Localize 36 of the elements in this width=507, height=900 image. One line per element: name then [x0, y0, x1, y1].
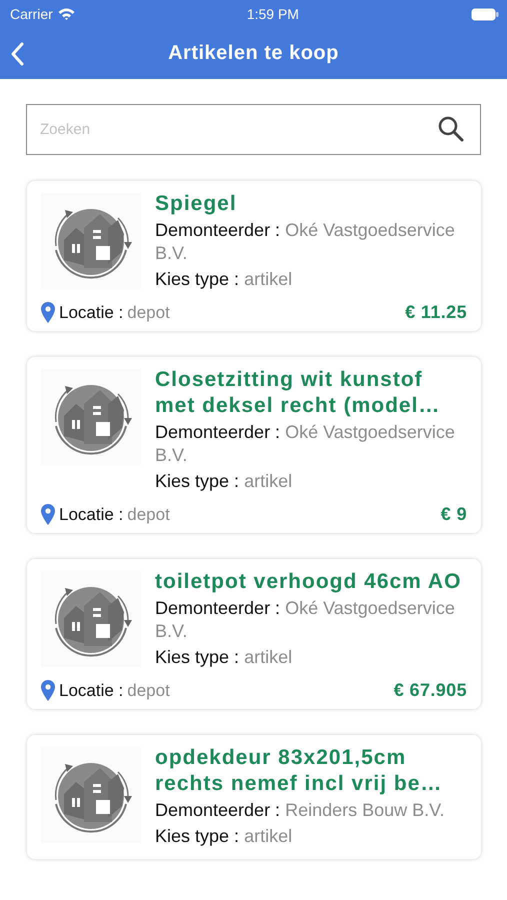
carrier-label: Carrier: [10, 6, 53, 22]
battery-icon: [470, 8, 499, 20]
back-icon: [10, 42, 24, 66]
seller-text: Demonteerder : Oké Vastgoedservice B.V.: [155, 219, 456, 265]
type-text: Kies type : artikel: [155, 646, 294, 669]
seller-text: Demonteerder : Oké Vastgoedservice B.V.: [155, 421, 456, 467]
price-label: € 9: [440, 504, 467, 525]
location-pin-icon: [41, 680, 55, 701]
page-title: Artikelen te koop: [168, 42, 339, 65]
location-value: depot: [127, 680, 170, 700]
location-pin-icon: [41, 302, 55, 323]
clock-label: 1:59 PM: [246, 6, 299, 22]
location-label: Locatie :: [59, 302, 124, 322]
search-field[interactable]: Zoeken: [26, 104, 481, 155]
location-value: depot: [127, 302, 170, 322]
product-title: Closetzitting wit kunstof met deksel recht (model…: [155, 367, 442, 419]
product-card[interactable]: Closetzitting wit kunstof met deksel recht (model… Demonteerder : Oké Vastgoedservice B.V. Kies type : artikel Locatie : depot € 9: [27, 357, 481, 533]
type-text: Kies type : artikel: [155, 825, 294, 848]
product-card[interactable]: toiletpot verhoogd 46cm AO Demonteerder : Oké Vastgoedservice B.V. Kies type : artikel Locatie : depot € 67.905: [27, 559, 481, 709]
product-title: Spiegel: [155, 191, 238, 217]
search-icon[interactable]: [437, 115, 465, 143]
product-title: opdekdeur 83x201,5cm rechts nemef incl vrij be…: [155, 745, 444, 797]
location-label: Locatie :: [59, 680, 124, 700]
seller-text: Demonteerder : Oké Vastgoedservice B.V.: [155, 597, 456, 643]
type-text: Kies type : artikel: [155, 470, 294, 493]
location-pin-icon: [41, 504, 55, 525]
location-label: Locatie :: [59, 504, 124, 524]
type-text: Kies type : artikel: [155, 268, 294, 291]
seller-text: Demonteerder : Reinders Bouw B.V.: [155, 799, 446, 822]
product-card[interactable]: opdekdeur 83x201,5cm rechts nemef incl vrij be… Demonteerder : Reinders Bouw B.V. Kies type : artikel: [27, 735, 481, 859]
location-value: depot: [127, 504, 170, 524]
price-label: € 67.905: [394, 680, 467, 701]
wifi-icon: [58, 8, 75, 20]
price-label: € 11.25: [405, 302, 467, 323]
product-title: toiletpot verhoogd 46cm AO: [155, 569, 462, 595]
product-card[interactable]: Spiegel Demonteerder : Oké Vastgoedservice B.V. Kies type : artikel Locatie : depot € 11.25: [27, 181, 481, 331]
